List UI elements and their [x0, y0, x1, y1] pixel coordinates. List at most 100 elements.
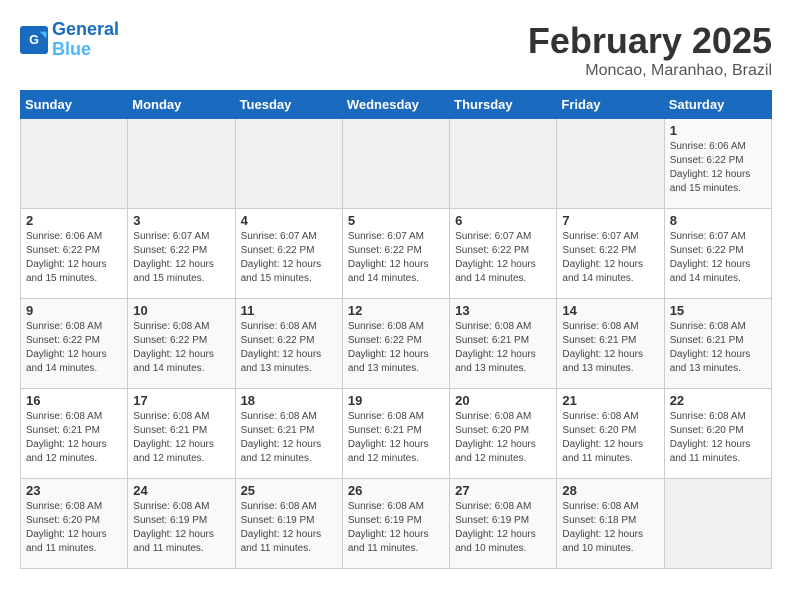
- calendar-cell: 17Sunrise: 6:08 AM Sunset: 6:21 PM Dayli…: [128, 389, 235, 479]
- day-number: 10: [133, 303, 229, 318]
- week-row-5: 23 Sunrise: 6:08 AM Sunset: 6:20 PM Dayli…: [21, 479, 772, 569]
- calendar-cell: 15Sunrise: 6:08 AM Sunset: 6:21 PM Dayli…: [664, 299, 771, 389]
- calendar-cell: 20 Sunrise: 6:08 AM Sunset: 6:20 PM Dayli…: [450, 389, 557, 479]
- day-header-thursday: Thursday: [450, 91, 557, 119]
- calendar-cell: 7Sunrise: 6:07 AM Sunset: 6:22 PM Daylig…: [557, 209, 664, 299]
- calendar-cell: 10Sunrise: 6:08 AM Sunset: 6:22 PM Dayli…: [128, 299, 235, 389]
- day-number: 13: [455, 303, 551, 318]
- calendar-subtitle: Moncao, Maranhao, Brazil: [528, 62, 772, 80]
- logo-general: General: [52, 19, 119, 39]
- day-info: Sunrise: 6:07 AM Sunset: 6:22 PM Dayligh…: [348, 230, 444, 286]
- day-info: Sunrise: 6:07 AM Sunset: 6:22 PM Dayligh…: [670, 230, 766, 286]
- day-info: Sunrise: 6:08 AM Sunset: 6:18 PM Dayligh…: [562, 500, 658, 556]
- day-info: Sunrise: 6:08 AM Sunset: 6:19 PM Dayligh…: [455, 500, 551, 556]
- calendar-cell: [664, 479, 771, 569]
- calendar-title: February 2025: [528, 20, 772, 62]
- day-number: 2: [26, 213, 122, 228]
- calendar-cell: 6Sunrise: 6:07 AM Sunset: 6:22 PM Daylig…: [450, 209, 557, 299]
- day-info: Sunrise: 6:08 AM Sunset: 6:22 PM Dayligh…: [348, 320, 444, 376]
- day-info: Sunrise: 6:07 AM Sunset: 6:22 PM Dayligh…: [241, 230, 337, 286]
- calendar-cell: 14 Sunrise: 6:08 AM Sunset: 6:21 PM Dayli…: [557, 299, 664, 389]
- calendar-cell: 4 Sunrise: 6:07 AM Sunset: 6:22 PM Daylig…: [235, 209, 342, 299]
- day-number: 11: [241, 303, 337, 318]
- day-number: 20: [455, 393, 551, 408]
- day-number: 18: [241, 393, 337, 408]
- day-number: 12: [348, 303, 444, 318]
- calendar-cell: [128, 119, 235, 209]
- logo-blue: Blue: [52, 39, 91, 59]
- calendar-cell: 25 Sunrise: 6:08 AM Sunset: 6:19 PM Dayli…: [235, 479, 342, 569]
- day-header-tuesday: Tuesday: [235, 91, 342, 119]
- calendar-cell: [557, 119, 664, 209]
- week-row-1: 1 Sunrise: 6:06 AM Sunset: 6:22 PM Daylig…: [21, 119, 772, 209]
- day-number: 16: [26, 393, 122, 408]
- calendar-cell: 23 Sunrise: 6:08 AM Sunset: 6:20 PM Dayli…: [21, 479, 128, 569]
- day-info: Sunrise: 6:08 AM Sunset: 6:20 PM Dayligh…: [26, 500, 122, 556]
- day-number: 27: [455, 483, 551, 498]
- calendar-cell: 8 Sunrise: 6:07 AM Sunset: 6:22 PM Daylig…: [664, 209, 771, 299]
- calendar-cell: 26 Sunrise: 6:08 AM Sunset: 6:19 PM Dayli…: [342, 479, 449, 569]
- day-number: 6: [455, 213, 551, 228]
- calendar-cell: 16 Sunrise: 6:08 AM Sunset: 6:21 PM Dayli…: [21, 389, 128, 479]
- day-info: Sunrise: 6:08 AM Sunset: 6:19 PM Dayligh…: [133, 500, 229, 556]
- calendar-cell: 27 Sunrise: 6:08 AM Sunset: 6:19 PM Dayli…: [450, 479, 557, 569]
- week-row-2: 2 Sunrise: 6:06 AM Sunset: 6:22 PM Daylig…: [21, 209, 772, 299]
- day-info: Sunrise: 6:06 AM Sunset: 6:22 PM Dayligh…: [670, 140, 766, 196]
- day-header-sunday: Sunday: [21, 91, 128, 119]
- day-info: Sunrise: 6:08 AM Sunset: 6:20 PM Dayligh…: [670, 410, 766, 466]
- day-number: 4: [241, 213, 337, 228]
- week-row-3: 9 Sunrise: 6:08 AM Sunset: 6:22 PM Daylig…: [21, 299, 772, 389]
- calendar-cell: 11 Sunrise: 6:08 AM Sunset: 6:22 PM Dayli…: [235, 299, 342, 389]
- day-number: 9: [26, 303, 122, 318]
- calendar-cell: [235, 119, 342, 209]
- day-info: Sunrise: 6:08 AM Sunset: 6:20 PM Dayligh…: [562, 410, 658, 466]
- day-info: Sunrise: 6:08 AM Sunset: 6:21 PM Dayligh…: [562, 320, 658, 376]
- day-info: Sunrise: 6:07 AM Sunset: 6:22 PM Dayligh…: [562, 230, 658, 286]
- day-info: Sunrise: 6:08 AM Sunset: 6:21 PM Dayligh…: [241, 410, 337, 466]
- calendar-cell: 1 Sunrise: 6:06 AM Sunset: 6:22 PM Daylig…: [664, 119, 771, 209]
- day-info: Sunrise: 6:08 AM Sunset: 6:19 PM Dayligh…: [241, 500, 337, 556]
- day-number: 25: [241, 483, 337, 498]
- day-header-saturday: Saturday: [664, 91, 771, 119]
- day-number: 5: [348, 213, 444, 228]
- page-header: G General Blue February 2025 Moncao, Mar…: [20, 20, 772, 80]
- calendar-cell: 13 Sunrise: 6:08 AM Sunset: 6:21 PM Dayli…: [450, 299, 557, 389]
- day-info: Sunrise: 6:06 AM Sunset: 6:22 PM Dayligh…: [26, 230, 122, 286]
- day-info: Sunrise: 6:08 AM Sunset: 6:21 PM Dayligh…: [455, 320, 551, 376]
- day-info: Sunrise: 6:07 AM Sunset: 6:22 PM Dayligh…: [133, 230, 229, 286]
- day-info: Sunrise: 6:08 AM Sunset: 6:22 PM Dayligh…: [241, 320, 337, 376]
- calendar-cell: 12 Sunrise: 6:08 AM Sunset: 6:22 PM Dayli…: [342, 299, 449, 389]
- svg-text:G: G: [29, 33, 39, 47]
- calendar-cell: 18 Sunrise: 6:08 AM Sunset: 6:21 PM Dayli…: [235, 389, 342, 479]
- calendar-body: 1 Sunrise: 6:06 AM Sunset: 6:22 PM Daylig…: [21, 119, 772, 569]
- day-number: 19: [348, 393, 444, 408]
- day-info: Sunrise: 6:08 AM Sunset: 6:22 PM Dayligh…: [26, 320, 122, 376]
- calendar-cell: 28 Sunrise: 6:08 AM Sunset: 6:18 PM Dayli…: [557, 479, 664, 569]
- calendar-cell: [450, 119, 557, 209]
- calendar-cell: 19 Sunrise: 6:08 AM Sunset: 6:21 PM Dayli…: [342, 389, 449, 479]
- day-number: 14: [562, 303, 658, 318]
- day-info: Sunrise: 6:08 AM Sunset: 6:21 PM Dayligh…: [133, 410, 229, 466]
- day-info: Sunrise: 6:08 AM Sunset: 6:21 PM Dayligh…: [670, 320, 766, 376]
- day-info: Sunrise: 6:08 AM Sunset: 6:19 PM Dayligh…: [348, 500, 444, 556]
- day-info: Sunrise: 6:08 AM Sunset: 6:21 PM Dayligh…: [26, 410, 122, 466]
- calendar-cell: 24 Sunrise: 6:08 AM Sunset: 6:19 PM Dayli…: [128, 479, 235, 569]
- logo: G General Blue: [20, 20, 119, 60]
- calendar-cell: 9 Sunrise: 6:08 AM Sunset: 6:22 PM Daylig…: [21, 299, 128, 389]
- day-header-monday: Monday: [128, 91, 235, 119]
- calendar-cell: 21 Sunrise: 6:08 AM Sunset: 6:20 PM Dayli…: [557, 389, 664, 479]
- calendar-cell: [342, 119, 449, 209]
- day-number: 23: [26, 483, 122, 498]
- day-number: 8: [670, 213, 766, 228]
- week-row-4: 16 Sunrise: 6:08 AM Sunset: 6:21 PM Dayli…: [21, 389, 772, 479]
- day-number: 3: [133, 213, 229, 228]
- calendar-header-row: SundayMondayTuesdayWednesdayThursdayFrid…: [21, 91, 772, 119]
- day-number: 1: [670, 123, 766, 138]
- calendar-cell: [21, 119, 128, 209]
- day-number: 26: [348, 483, 444, 498]
- day-info: Sunrise: 6:08 AM Sunset: 6:21 PM Dayligh…: [348, 410, 444, 466]
- day-number: 21: [562, 393, 658, 408]
- day-number: 28: [562, 483, 658, 498]
- day-number: 24: [133, 483, 229, 498]
- day-info: Sunrise: 6:08 AM Sunset: 6:20 PM Dayligh…: [455, 410, 551, 466]
